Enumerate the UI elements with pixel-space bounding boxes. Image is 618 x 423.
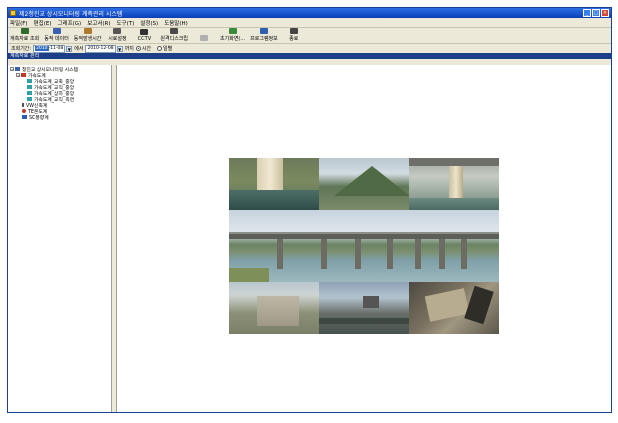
abutment-photo	[229, 282, 319, 334]
database-icon	[20, 28, 29, 34]
panel-header: 계측자료 관리	[8, 53, 611, 59]
tree-label: SC풍향계	[29, 115, 49, 121]
radio-day-label: 일별	[163, 46, 173, 52]
remote-icon	[170, 28, 179, 34]
minimize-button[interactable]: _	[583, 9, 591, 17]
until-label: 까지	[124, 46, 134, 52]
toolbar: 계측자료 조회 동적 데이터 동적발생시간 시료설정 CCTV 원격디스크립 초…	[8, 28, 611, 44]
menu-graph[interactable]: 그래프(G)	[57, 19, 81, 27]
start-date-dropdown[interactable]: ▼	[66, 45, 73, 52]
tool-dynamic-data-button[interactable]: 동적 데이터	[44, 28, 69, 42]
bridge-photo-panel	[117, 65, 611, 412]
tool-label: 프로그램정보	[250, 36, 278, 42]
settings-icon	[113, 28, 122, 34]
channel-icon	[27, 85, 32, 89]
mountain-view-photo	[319, 158, 409, 210]
end-date-field[interactable]: 2010-12-08	[85, 44, 116, 53]
window-title: 제2청진교 상시모니터링 계측관리 시스템	[19, 10, 123, 18]
exit-icon	[289, 28, 298, 34]
tool-label: 시료설정	[108, 36, 127, 42]
pier-underwater-photo	[229, 158, 319, 210]
menu-settings[interactable]: 설정(S)	[140, 19, 158, 27]
channel-icon	[27, 97, 32, 101]
end-date-dropdown[interactable]: ▼	[116, 45, 123, 52]
close-button[interactable]: ×	[601, 9, 609, 17]
tool-label: 동적 데이터	[44, 36, 69, 42]
menu-file[interactable]: 파일(F)	[10, 19, 28, 27]
sensor-installation-photo	[409, 282, 499, 334]
collapse-icon[interactable]: −	[10, 67, 14, 72]
tool-cctv-button[interactable]: CCTV	[133, 29, 155, 42]
tool-exit-button[interactable]: 종료	[283, 28, 305, 42]
tree-node-sc-wind[interactable]: SC풍향계	[8, 114, 111, 121]
tool-info-button[interactable]: 프로그램정보	[250, 28, 278, 42]
disabled-icon	[200, 35, 209, 41]
thermometer-icon	[22, 109, 26, 113]
radio-dot	[157, 46, 163, 51]
system-icon	[15, 67, 20, 71]
app-window: 제2청진교 상시모니터링 계측관리 시스템 _ □ × 파일(F) 편집(E) …	[7, 7, 612, 413]
clock-icon	[83, 28, 92, 34]
menu-edit[interactable]: 편집(E)	[34, 19, 52, 27]
channel-icon	[27, 79, 32, 83]
radio-dot	[135, 46, 141, 51]
tool-label: 계측자료 조회	[10, 36, 40, 42]
tool-label: 초기화면(...	[220, 36, 246, 42]
radio-time-label: 시간	[141, 46, 152, 52]
start-date-selected: 2010	[35, 46, 49, 51]
tool-home-button[interactable]: 초기화면(...	[220, 28, 245, 42]
wind-vane-icon	[22, 115, 27, 119]
collapse-icon[interactable]: −	[16, 73, 20, 78]
home-icon	[228, 28, 237, 34]
start-date-field[interactable]: 2010 -11-08	[33, 44, 66, 53]
start-date-rest: -11-08	[48, 46, 64, 51]
content-area: − 청진교 상시모니터링 시스템 − 가속도계 가속도계_교축_중앙 가속도계_…	[8, 65, 611, 412]
end-date-value: 2010-12-08	[87, 46, 114, 51]
menu-report[interactable]: 보고서(R)	[87, 19, 110, 27]
tool-dynamic-time-button[interactable]: 동적발생시간	[73, 28, 102, 42]
sensor-tree: − 청진교 상시모니터링 시스템 − 가속도계 가속도계_교축_중앙 가속도계_…	[8, 65, 112, 412]
tool-disabled-button	[193, 35, 215, 42]
tool-remote-button[interactable]: 원격디스크립	[160, 28, 188, 42]
info-icon	[259, 28, 268, 34]
window-controls: _ □ ×	[583, 9, 609, 17]
radio-time[interactable]: 시간	[135, 45, 153, 52]
tool-label: 원격디스크립	[160, 36, 189, 42]
menu-help[interactable]: 도움말(H)	[164, 19, 188, 27]
channel-icon	[27, 91, 32, 95]
menu-bar: 파일(F) 편집(E) 그래프(G) 보고서(R) 도구(T) 설정(S) 도움…	[8, 18, 611, 28]
bridge-panorama-photo	[229, 210, 499, 282]
tool-data-query-button[interactable]: 계측자료 조회	[10, 28, 39, 42]
strain-gauge-icon	[22, 103, 24, 107]
chart-icon	[52, 28, 61, 34]
to-label: 에서	[74, 46, 84, 52]
camera-icon	[140, 29, 149, 35]
tool-label: 동적발생시간	[73, 36, 102, 42]
period-label: 조회기간:	[11, 46, 32, 52]
tool-label: 종료	[289, 36, 299, 42]
maximize-button[interactable]: □	[592, 9, 600, 17]
query-bar: 조회기간: 2010 -11-08 ▼ 에서 2010-12-08 ▼ 까지 시…	[8, 44, 611, 53]
radio-day[interactable]: 일별	[157, 45, 174, 52]
steel-girder-photo	[319, 282, 409, 334]
tool-settings-button[interactable]: 시료설정	[106, 28, 128, 42]
title-bar[interactable]: 제2청진교 상시모니터링 계측관리 시스템 _ □ ×	[8, 8, 611, 18]
app-icon	[10, 10, 16, 16]
menu-tools[interactable]: 도구(T)	[117, 19, 135, 27]
accelerometer-icon	[21, 73, 26, 77]
tool-label: CCTV	[137, 36, 152, 42]
pier-column-photo	[409, 158, 499, 210]
